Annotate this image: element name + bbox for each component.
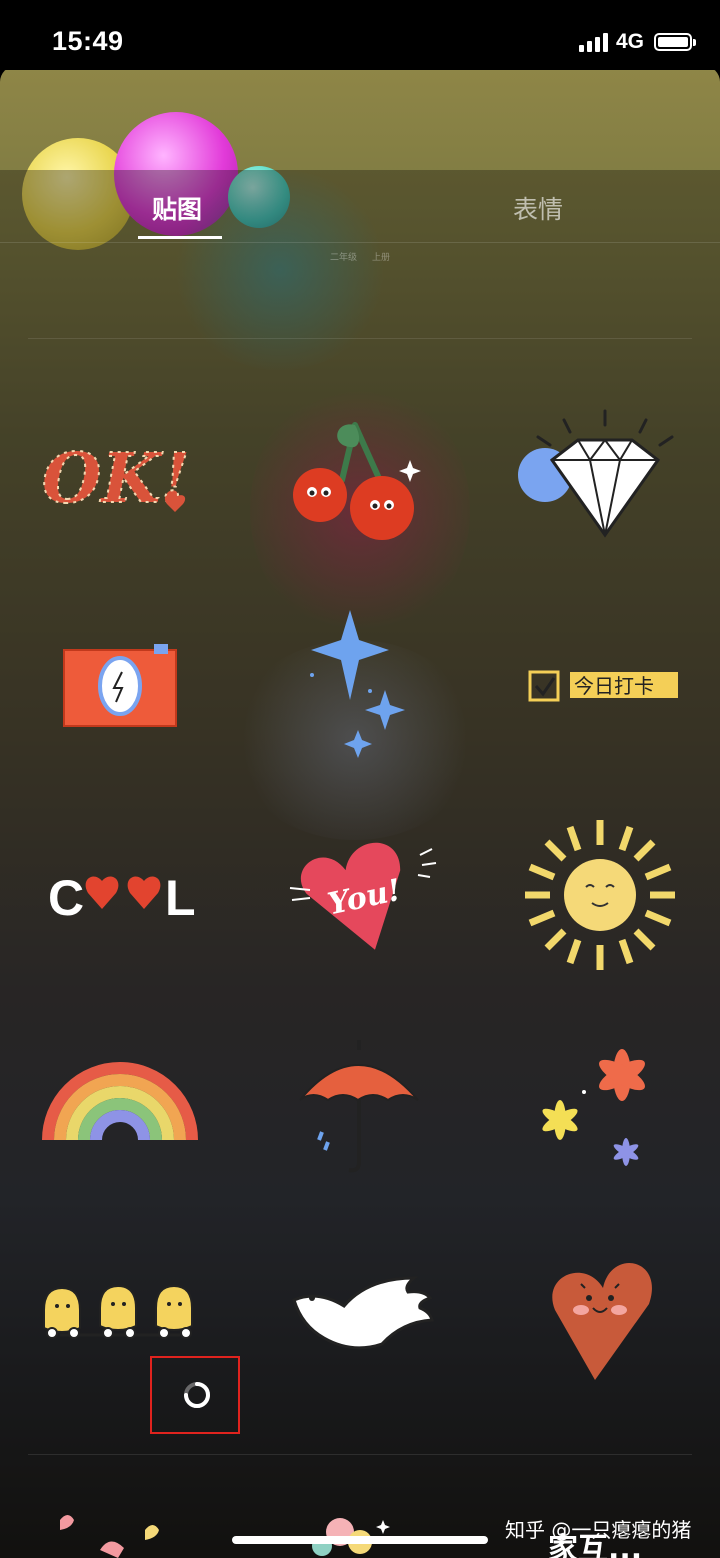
- camera-sticker[interactable]: [30, 620, 210, 780]
- flowers-sticker[interactable]: [520, 1020, 700, 1180]
- tab-stickers[interactable]: 贴图: [152, 190, 202, 226]
- signal-icon: [578, 32, 608, 52]
- you-heart-sticker[interactable]: You!: [280, 820, 460, 980]
- watermark-text: 知乎 @一只瘪瘪的猪: [505, 1518, 692, 1542]
- rainbow-sticker[interactable]: [30, 1040, 210, 1200]
- svg-text:C: C: [48, 870, 84, 926]
- ok-text: OK!: [42, 439, 190, 519]
- faint-label-volume: 上册: [372, 253, 391, 263]
- daily-checkin-sticker[interactable]: 今日打卡: [520, 610, 700, 770]
- umbrella-sticker[interactable]: [270, 1030, 450, 1190]
- dove-sticker[interactable]: [280, 1240, 460, 1400]
- sparkle-stars-sticker[interactable]: [270, 605, 450, 765]
- status-bar: 15:49 4G: [0, 0, 720, 70]
- section-divider-bottom: [28, 1454, 692, 1455]
- loading-highlight-box: [150, 1356, 240, 1434]
- faint-label-grade: 二年级: [330, 253, 358, 263]
- tab-active-underline: [138, 236, 222, 239]
- diamond-sticker[interactable]: [510, 400, 690, 560]
- cherries-sticker[interactable]: [270, 400, 450, 560]
- svg-text:L: L: [165, 870, 196, 926]
- home-indicator[interactable]: [232, 1536, 488, 1544]
- smiling-heart-sticker[interactable]: [515, 1240, 695, 1400]
- battery-icon: [654, 33, 696, 51]
- section-divider: [28, 338, 692, 339]
- checkin-text: 今日打卡: [574, 674, 654, 698]
- status-indicators: 4G: [578, 30, 696, 54]
- network-label: 4G: [615, 30, 644, 53]
- status-time: 15:49: [52, 26, 124, 56]
- sun-sticker[interactable]: [510, 815, 690, 975]
- loading-spinner-icon: [184, 1382, 210, 1408]
- cool-hearts-sticker[interactable]: C L: [30, 815, 210, 975]
- ok-sticker[interactable]: OK!: [30, 390, 210, 550]
- tab-emoji[interactable]: 表情: [513, 190, 563, 226]
- tab-bar: 贴图 表情: [0, 170, 720, 243]
